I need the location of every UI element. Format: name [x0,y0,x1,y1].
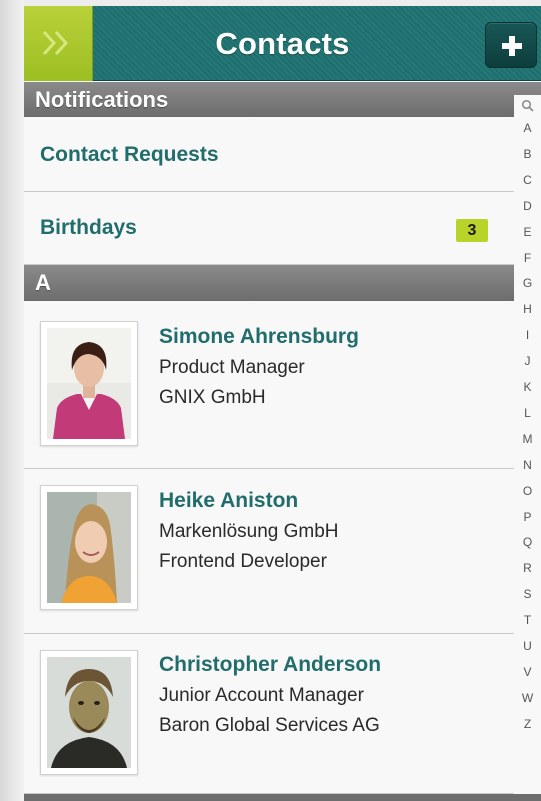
index-letter-h[interactable]: H [514,302,541,316]
contact-row[interactable]: Heike Aniston Markenlösung GmbH Frontend… [24,469,514,634]
avatar [40,485,138,610]
index-letter-g[interactable]: G [514,276,541,290]
contact-title: Product Manager [159,357,305,378]
index-letter-w[interactable]: W [514,691,541,705]
index-letter-z[interactable]: Z [514,717,541,731]
section-header-notifications: Notifications [24,82,541,117]
index-letter-f[interactable]: F [514,251,541,265]
contact-requests-row[interactable]: Contact Requests [24,117,514,192]
birthdays-label: Birthdays [40,216,137,239]
page-title: Contacts [215,26,350,61]
contact-company: Baron Global Services AG [159,715,380,736]
contact-name: Heike Aniston [159,489,299,512]
index-letter-c[interactable]: C [514,173,541,187]
plus-icon [502,36,522,56]
index-letter-b[interactable]: B [514,147,541,161]
avatar [40,650,138,775]
index-letter-v[interactable]: V [514,665,541,679]
contact-row[interactable]: Christopher Anderson Junior Account Mana… [24,634,514,794]
contact-name: Christopher Anderson [159,653,382,676]
index-letter-l[interactable]: L [514,406,541,420]
avatar [40,321,138,446]
contact-company: Markenlösung GmbH [159,521,339,542]
left-edge-shadow [0,0,24,801]
index-letter-a[interactable]: A [514,121,541,135]
index-letter-e[interactable]: E [514,225,541,239]
index-letter-t[interactable]: T [514,613,541,627]
index-letter-j[interactable]: J [514,354,541,368]
add-contact-button[interactable] [485,22,537,68]
contact-name: Simone Ahrensburg [159,325,359,348]
double-chevron-right-icon [42,30,69,56]
menu-button[interactable] [24,6,93,81]
index-letter-s[interactable]: S [514,587,541,601]
contact-company: GNIX GmbH [159,387,266,408]
index-letter-m[interactable]: M [514,432,541,446]
contact-title: Frontend Developer [159,551,327,572]
search-icon[interactable] [521,99,534,112]
index-letter-p[interactable]: P [514,510,541,524]
contacts-screen: Contacts Notifications Contact Requests … [0,0,541,801]
bottom-edge [24,794,541,801]
index-letter-n[interactable]: N [514,458,541,472]
contact-row[interactable]: Simone Ahrensburg Product Manager GNIX G… [24,301,514,469]
index-letter-o[interactable]: O [514,484,541,498]
contact-requests-label: Contact Requests [40,143,219,166]
index-letter-d[interactable]: D [514,199,541,213]
section-header-a: A [24,265,541,301]
birthdays-row[interactable]: Birthdays 3 [24,192,514,265]
birthdays-count-badge: 3 [456,219,488,242]
nav-bar: Contacts [24,6,541,81]
index-letter-r[interactable]: R [514,561,541,575]
index-letter-q[interactable]: Q [514,535,541,549]
index-letter-i[interactable]: I [514,328,541,342]
alphabet-index[interactable]: ABCDEFGHIJKLMNOPQRSTUVWZ [514,95,541,801]
contact-title: Junior Account Manager [159,685,364,706]
index-letter-u[interactable]: U [514,639,541,653]
index-letter-k[interactable]: K [514,380,541,394]
